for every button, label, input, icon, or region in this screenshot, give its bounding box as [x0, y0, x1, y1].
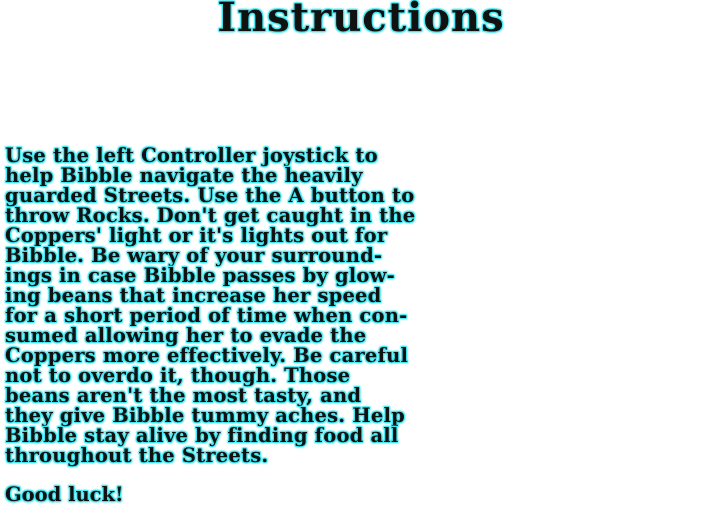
instructions-line: not to overdo it, though. Those — [5, 364, 351, 387]
screen-title: Instructions — [217, 0, 505, 41]
instructions-line: Coppers more effectively. Be careful — [5, 344, 409, 367]
instructions-line: for a short period of time when con- — [5, 304, 408, 327]
instructions-line: Bibble stay alive by finding food all — [5, 424, 399, 447]
instructions-line: throw Rocks. Don't get caught in the — [5, 204, 416, 227]
instructions-line: they give Bibble tummy aches. Help — [5, 404, 405, 427]
instructions-line: ing beans that increase her speed — [5, 284, 382, 307]
instructions-screen: Instructions Use the left Controller joy… — [0, 0, 722, 506]
instructions-line: Use the left Controller joystick to — [5, 144, 378, 167]
instructions-line: throughout the Streets. — [5, 444, 269, 467]
instructions-line: beans aren't the most tasty, and — [5, 384, 362, 407]
instructions-line: Bibble. Be wary of your surround- — [5, 244, 383, 267]
good-luck-text: Good luck! — [5, 483, 124, 506]
instructions-line: guarded Streets. Use the A button to — [5, 184, 415, 207]
instructions-line: Coppers' light or it's lights out for — [5, 224, 388, 247]
instructions-line: help Bibble navigate the heavily — [5, 164, 363, 187]
instructions-text: Use the left Controller joystick to help… — [5, 146, 717, 466]
instructions-line: sumed allowing her to evade the — [5, 324, 367, 347]
instructions-line: ings in case Bibble passes by glow- — [5, 264, 395, 287]
